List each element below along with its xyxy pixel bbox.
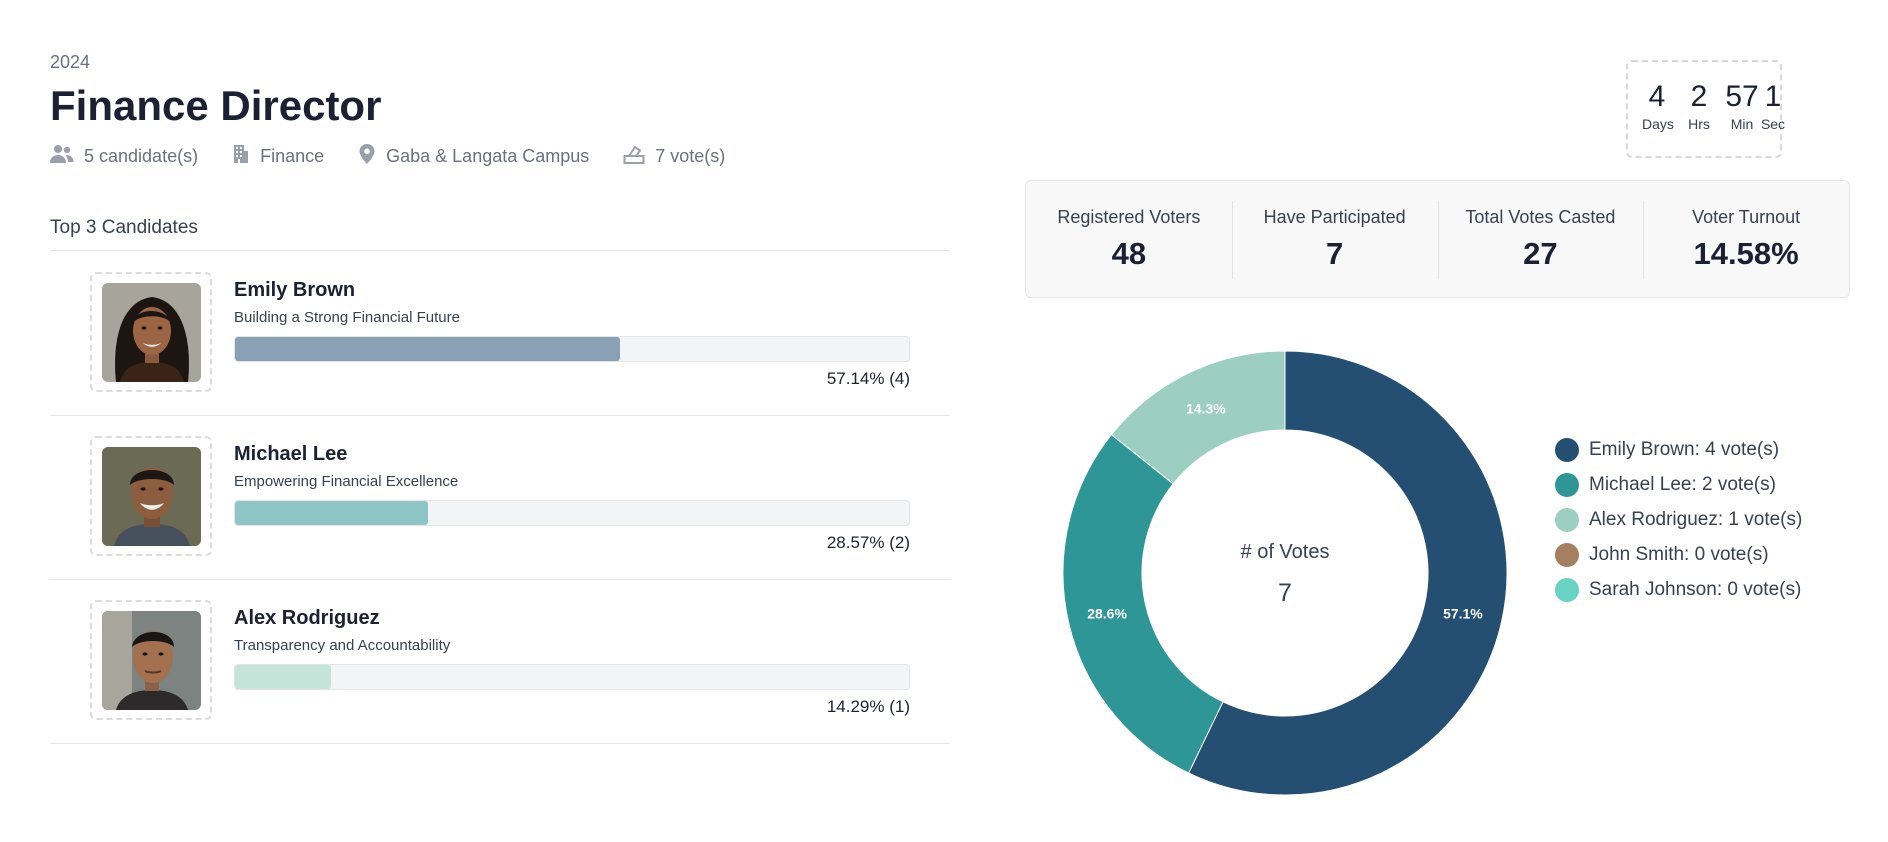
candidate-slogan: Transparency and Accountability: [234, 637, 451, 654]
countdown-seconds: 1 Sec: [1756, 80, 1790, 132]
candidate-photo-frame: [90, 272, 212, 392]
election-meta: 5 candidate(s) Finance Gaba & Langata Ca…: [50, 143, 759, 170]
vote-progress-fill: [235, 501, 428, 525]
voting-stats-panel: Registered Voters 48 Have Participated 7…: [1025, 180, 1850, 298]
chart-legend: Emily Brown: 4 vote(s) Michael Lee: 2 vo…: [1555, 432, 1802, 607]
map-pin-icon: [358, 143, 386, 170]
countdown-hours-label: Hrs: [1688, 116, 1710, 132]
countdown-seconds-value: 1: [1764, 80, 1782, 113]
donut-slice-label: 28.6%: [1087, 606, 1127, 622]
candidate-row: Emily Brown Building a Strong Financial …: [50, 251, 950, 416]
users-icon: [50, 144, 84, 169]
legend-swatch: [1555, 472, 1579, 497]
candidate-row: Michael Lee Empowering Financial Excelle…: [50, 415, 950, 580]
legend-swatch: [1555, 577, 1579, 602]
election-year: 2024: [50, 52, 91, 72]
meta-votes-text: 7 vote(s): [655, 146, 726, 166]
donut-slice-label: 14.3%: [1186, 401, 1226, 417]
stat-total-votes-casted: Total Votes Casted 27: [1437, 181, 1644, 297]
countdown-hours: 2 Hrs: [1684, 80, 1714, 132]
vote-progress-fill: [235, 337, 621, 361]
vote-progress-fill: [235, 665, 332, 689]
votes-donut-chart: 57.1% 28.6% 14.3% # of Votes 7: [1062, 350, 1508, 796]
meta-votes: 7 vote(s): [623, 144, 725, 169]
candidate-slogan: Empowering Financial Excellence: [234, 473, 459, 490]
meta-location-text: Gaba & Langata Campus: [386, 146, 590, 166]
candidate-photo-frame: [90, 600, 212, 720]
legend-item[interactable]: Sarah Johnson: 0 vote(s): [1555, 572, 1802, 607]
stat-value: 14.58%: [1693, 236, 1799, 271]
stat-value: 7: [1326, 236, 1344, 271]
stat-label: Registered Voters: [1057, 207, 1201, 227]
stat-value: 48: [1111, 236, 1147, 271]
stat-have-participated: Have Participated 7: [1231, 181, 1438, 297]
vote-progress-bar: [234, 664, 910, 690]
donut-center-value: 7: [1278, 579, 1292, 607]
countdown-seconds-label: Sec: [1760, 116, 1786, 132]
vote-progress-bar: [234, 500, 910, 526]
legend-label: Sarah Johnson: 0 vote(s): [1589, 578, 1802, 600]
page-title: Finance Director: [50, 82, 382, 129]
legend-label: Emily Brown: 4 vote(s): [1589, 438, 1780, 460]
legend-label: Alex Rodriguez: 1 vote(s): [1589, 508, 1803, 530]
meta-location: Gaba & Langata Campus: [358, 143, 589, 170]
stat-label: Total Votes Casted: [1465, 207, 1616, 227]
meta-department: Finance: [232, 144, 324, 169]
legend-item[interactable]: Emily Brown: 4 vote(s): [1555, 432, 1802, 467]
legend-item[interactable]: Alex Rodriguez: 1 vote(s): [1555, 502, 1802, 537]
candidate-name: Alex Rodriguez: [234, 607, 380, 629]
countdown-days: 4 Days: [1642, 80, 1674, 132]
candidate-photo: [102, 447, 201, 546]
meta-candidates: 5 candidate(s): [50, 144, 198, 169]
donut-slice-label: 57.1%: [1443, 606, 1483, 622]
donut-center-label: # of Votes: [1241, 541, 1330, 563]
countdown-timer: 4 Days 2 Hrs 57 Min 1 Sec: [1626, 60, 1785, 158]
stat-voter-turnout: Voter Turnout 14.58%: [1643, 181, 1849, 297]
legend-swatch: [1555, 507, 1579, 532]
ballot-box-icon: [623, 144, 655, 169]
candidate-vote-percent: 28.57% (2): [826, 533, 910, 552]
meta-candidates-text: 5 candidate(s): [84, 146, 199, 166]
legend-label: Michael Lee: 2 vote(s): [1589, 473, 1776, 495]
legend-item[interactable]: Michael Lee: 2 vote(s): [1555, 467, 1802, 502]
top-candidates-title: Top 3 Candidates: [50, 217, 198, 238]
building-icon: [232, 144, 260, 169]
countdown-days-label: Days: [1642, 116, 1674, 132]
stat-label: Have Participated: [1263, 207, 1406, 227]
stat-label: Voter Turnout: [1692, 207, 1801, 227]
candidate-name: Emily Brown: [234, 279, 356, 301]
legend-swatch: [1555, 542, 1579, 567]
candidate-slogan: Building a Strong Financial Future: [234, 309, 460, 326]
candidate-name: Michael Lee: [234, 443, 348, 465]
stat-value: 27: [1523, 236, 1558, 271]
candidate-photo: [102, 283, 201, 382]
legend-label: John Smith: 0 vote(s): [1589, 543, 1769, 565]
meta-department-text: Finance: [260, 146, 325, 166]
legend-swatch: [1555, 437, 1579, 462]
legend-item[interactable]: John Smith: 0 vote(s): [1555, 537, 1802, 572]
candidate-photo-frame: [90, 436, 212, 556]
countdown-hours-value: 2: [1690, 80, 1708, 113]
vote-progress-bar: [234, 336, 910, 362]
candidate-vote-percent: 57.14% (4): [826, 369, 910, 388]
stat-registered-voters: Registered Voters 48: [1026, 181, 1232, 297]
candidate-vote-percent: 14.29% (1): [826, 697, 910, 716]
candidate-row: Alex Rodriguez Transparency and Accounta…: [50, 579, 950, 744]
countdown-days-value: 4: [1648, 80, 1666, 113]
candidate-photo: [102, 611, 201, 710]
donut-slice-michael-lee[interactable]: [1062, 433, 1224, 774]
